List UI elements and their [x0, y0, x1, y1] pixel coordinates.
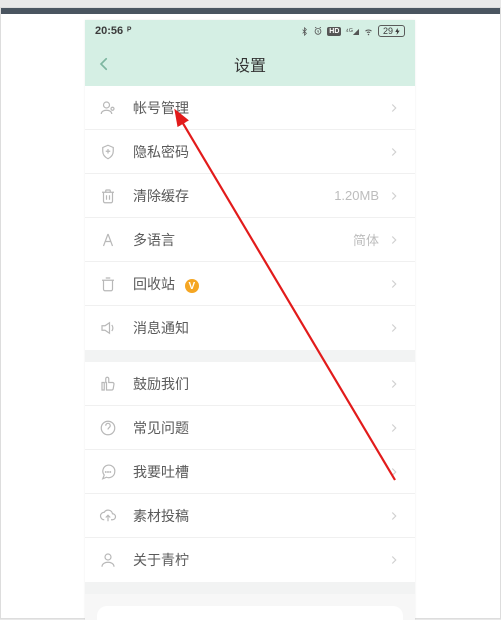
chevron-right-icon [387, 509, 401, 523]
row-label: 常见问题 [133, 418, 387, 438]
hd-icon: HD [327, 27, 341, 36]
upload-cloud-icon [97, 507, 119, 525]
settings-group-2: 鼓励我们 常见问题 我要吐槽 素材 [85, 362, 415, 582]
page-title: 设置 [234, 52, 266, 76]
user-icon [97, 99, 119, 117]
row-faq[interactable]: 常见问题 [85, 406, 415, 450]
status-p-icon: ᴾ [127, 26, 131, 37]
shield-icon [97, 143, 119, 161]
row-label: 消息通知 [133, 318, 387, 338]
group-gap [85, 350, 415, 362]
chevron-right-icon [387, 553, 401, 567]
phone-screen: 20:56 ᴾ HD ⁴ᴳ◢ 29 [85, 20, 415, 620]
bottom-card-peek [97, 606, 403, 620]
wifi-icon [363, 27, 374, 36]
status-bar: 20:56 ᴾ HD ⁴ᴳ◢ 29 [85, 20, 415, 42]
chevron-right-icon [387, 465, 401, 479]
row-account[interactable]: 帐号管理 [85, 86, 415, 130]
row-label: 我要吐槽 [133, 462, 387, 482]
chevron-right-icon [387, 277, 401, 291]
row-privacy[interactable]: 隐私密码 [85, 130, 415, 174]
row-language[interactable]: 多语言 简体 [85, 218, 415, 262]
alarm-icon [313, 26, 323, 36]
chat-icon [97, 463, 119, 481]
row-label: 帐号管理 [133, 98, 387, 118]
chevron-right-icon [387, 421, 401, 435]
chevron-right-icon [387, 377, 401, 391]
row-cache[interactable]: 清除缓存 1.20MB [85, 174, 415, 218]
row-feedback[interactable]: 我要吐槽 [85, 450, 415, 494]
row-notify[interactable]: 消息通知 [85, 306, 415, 350]
row-label: 回收站 V [133, 274, 387, 294]
chevron-right-icon [387, 189, 401, 203]
v-badge: V [185, 279, 199, 293]
language-icon [97, 231, 119, 249]
app-header: 设置 [85, 42, 415, 86]
chevron-right-icon [387, 321, 401, 335]
chevron-right-icon [387, 101, 401, 115]
chevron-right-icon [387, 233, 401, 247]
trash-icon [97, 187, 119, 205]
row-label: 多语言 [133, 230, 353, 250]
row-about[interactable]: 关于青柠 [85, 538, 415, 582]
row-label: 清除缓存 [133, 186, 334, 206]
sound-icon [97, 319, 119, 337]
row-encourage[interactable]: 鼓励我们 [85, 362, 415, 406]
bluetooth-icon [300, 26, 309, 37]
back-button[interactable] [95, 42, 113, 86]
question-icon [97, 419, 119, 437]
desktop-window-frame: 20:56 ᴾ HD ⁴ᴳ◢ 29 [0, 7, 501, 619]
row-label: 隐私密码 [133, 142, 387, 162]
thumbs-up-icon [97, 375, 119, 393]
signal-icon: ⁴ᴳ◢ [345, 27, 359, 36]
row-label: 素材投稿 [133, 506, 387, 526]
battery-indicator: 29 [378, 25, 405, 37]
desktop-window-titlebar [1, 8, 500, 14]
row-recycle[interactable]: 回收站 V [85, 262, 415, 306]
group-gap [85, 582, 415, 594]
status-time: 20:56 [95, 25, 123, 37]
chevron-right-icon [387, 145, 401, 159]
settings-group-1: 帐号管理 隐私密码 清除缓存 1.20MB [85, 86, 415, 350]
row-label: 关于青柠 [133, 550, 387, 570]
cache-value: 1.20MB [334, 188, 379, 203]
person-icon [97, 551, 119, 569]
language-value: 简体 [353, 230, 379, 249]
row-submit[interactable]: 素材投稿 [85, 494, 415, 538]
row-label: 鼓励我们 [133, 374, 387, 394]
recycle-icon [97, 275, 119, 293]
